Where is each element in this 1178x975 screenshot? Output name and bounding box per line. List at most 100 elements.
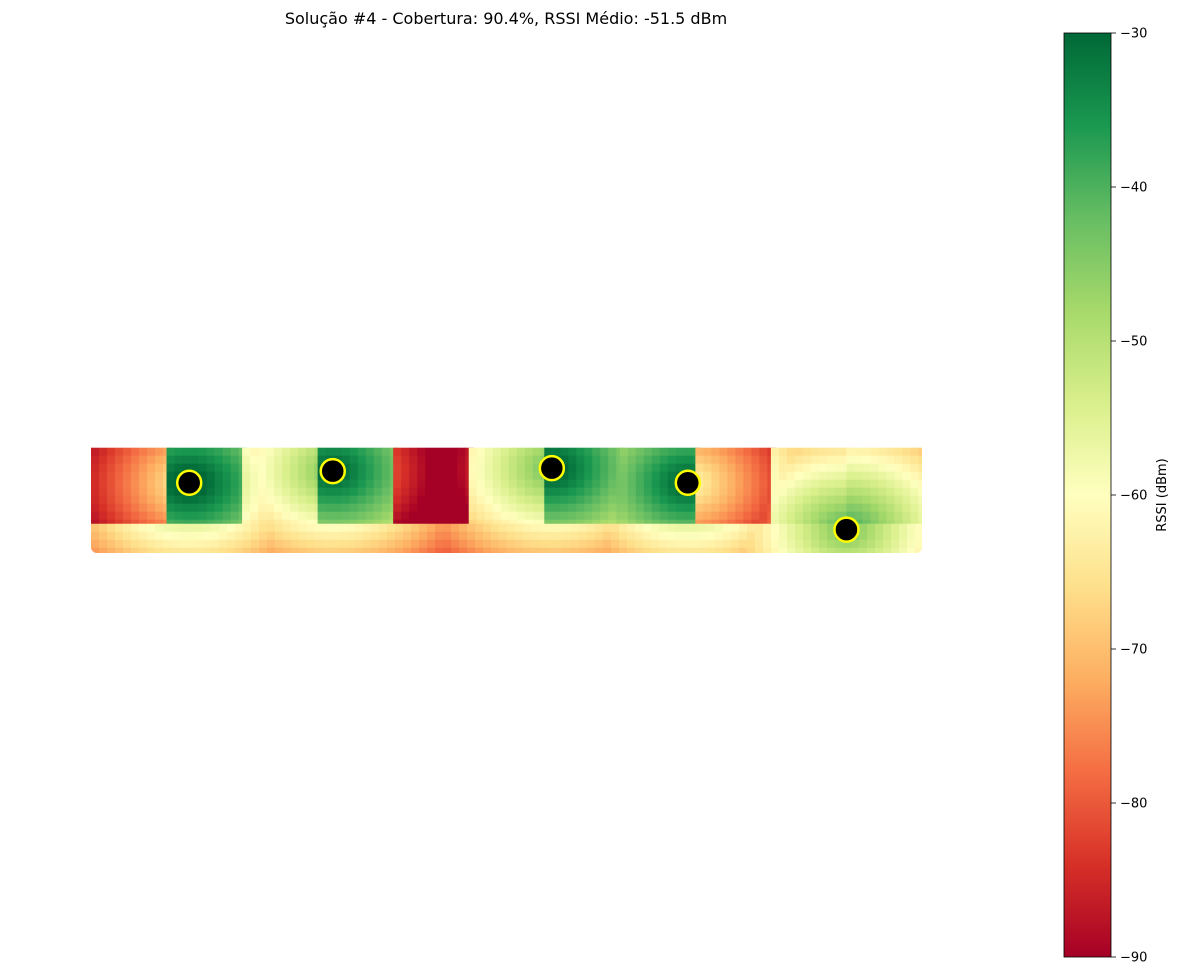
room-5-cell — [433, 447, 442, 457]
room-11-cell — [886, 455, 895, 465]
room-6-cell — [532, 447, 542, 457]
room-11-cell — [846, 447, 855, 457]
corridor-cell — [219, 539, 228, 549]
corridor-cell — [171, 547, 180, 553]
room-10-cell — [786, 511, 796, 521]
room-6-cell — [500, 511, 510, 521]
room-4-cell — [349, 463, 359, 473]
room-2-cell — [190, 455, 200, 465]
room-5-cell — [425, 487, 434, 497]
room-2-cell — [166, 463, 176, 473]
room-9-cell — [743, 487, 752, 497]
room-1-cell — [107, 447, 116, 457]
room-1-cell — [115, 487, 124, 497]
corridor-cell — [515, 531, 524, 541]
room-5-cell — [425, 495, 434, 505]
corridor-cell — [675, 523, 684, 533]
corridor-cell — [587, 531, 596, 541]
colorbar-ticks: −30 −40 −50 −60 −70 −80 −90 — [1111, 27, 1147, 966]
corridor-cell — [683, 523, 692, 533]
corridor-cell — [659, 523, 668, 533]
corridor-cell — [819, 539, 828, 549]
room-2-cell — [190, 511, 200, 521]
room-10-cell — [826, 479, 836, 489]
corridor-cell — [651, 531, 660, 541]
room-8-cell — [667, 455, 677, 465]
room-9-cell — [727, 495, 736, 505]
corridor-cell — [499, 539, 508, 549]
corridor-cell — [595, 539, 604, 549]
room-1-cell — [139, 487, 148, 497]
room-6-cell — [476, 511, 486, 521]
room-3-cell — [290, 503, 299, 513]
room-5-cell — [433, 455, 442, 465]
room-11-cell — [910, 511, 919, 521]
corridor-cell — [411, 523, 420, 533]
corridor-cell — [299, 531, 308, 541]
corridor-cell — [651, 539, 660, 549]
corridor-cell — [731, 539, 740, 549]
room-11-cell — [910, 503, 919, 513]
room-3-cell — [242, 447, 251, 457]
room-5-cell — [393, 447, 402, 457]
corridor-cell — [907, 523, 916, 533]
room-7-cell — [608, 503, 617, 513]
room-8-cell — [635, 471, 645, 481]
corridor-cell — [811, 523, 820, 533]
corridor-cell — [531, 523, 540, 533]
corridor-cell — [611, 539, 620, 549]
access-point-marker — [833, 516, 860, 543]
corridor-cell — [699, 547, 708, 553]
corridor-cell — [843, 547, 852, 553]
room-6-cell — [484, 503, 494, 513]
room-5-cell — [441, 471, 450, 481]
room-9-cell — [759, 455, 768, 465]
room-8-cell — [627, 495, 637, 505]
corridor-cell — [555, 539, 564, 549]
corridor-cell — [723, 523, 732, 533]
corridor-cell — [515, 547, 524, 553]
room-9-cell — [735, 495, 744, 505]
room-6-cell — [500, 495, 510, 505]
corridor-cell — [779, 547, 788, 553]
room-6-cell — [500, 479, 510, 489]
corridor-cell — [283, 523, 292, 533]
room-8-cell — [619, 495, 629, 505]
room-6-cell — [516, 455, 526, 465]
room-7-cell — [560, 447, 569, 457]
room-9-cell — [711, 495, 720, 505]
room-7-cell — [576, 503, 585, 513]
room-9-cell — [727, 479, 736, 489]
room-4-cell — [357, 447, 367, 457]
corridor-cell — [675, 547, 684, 553]
corridor-cell — [331, 531, 340, 541]
room-5-cell — [409, 487, 418, 497]
room-4-cell — [325, 495, 335, 505]
room-11-cell — [902, 487, 911, 497]
corridor-cell — [475, 523, 484, 533]
room-11-cell — [902, 511, 911, 521]
room-10-cell — [786, 495, 796, 505]
corridor-cell — [211, 523, 220, 533]
corridor-cell — [147, 539, 156, 549]
room-3-cell — [306, 503, 315, 513]
corridor-cell — [659, 547, 668, 553]
room-1-cell — [107, 511, 116, 521]
corridor-cell — [611, 547, 620, 553]
room-10-cell — [818, 495, 828, 505]
room-1-cell — [131, 503, 140, 513]
corridor-cell — [163, 523, 172, 533]
room-8-cell — [619, 447, 629, 457]
room-9-cell — [743, 471, 752, 481]
room-10-cell — [810, 463, 820, 473]
colorbar-tick-label: −70 — [1120, 643, 1147, 658]
corridor-cell — [387, 523, 396, 533]
room-5-cell — [457, 495, 466, 505]
corridor-cell — [691, 523, 700, 533]
corridor-cell — [683, 547, 692, 553]
corridor-cell — [443, 547, 452, 553]
room-6-cell — [508, 455, 518, 465]
room-4-cell — [333, 495, 343, 505]
corridor-cell — [571, 531, 580, 541]
room-11-cell — [862, 471, 871, 481]
